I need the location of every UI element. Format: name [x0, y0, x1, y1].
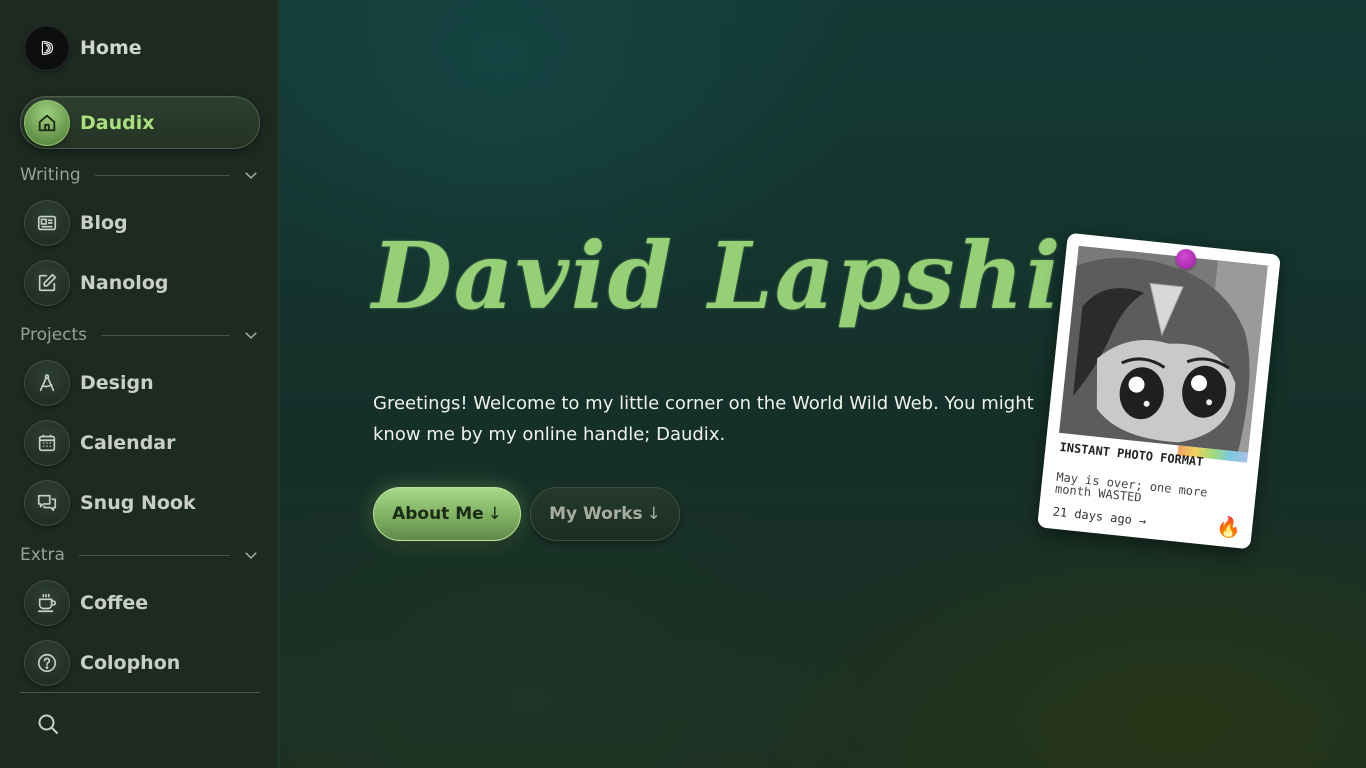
- sidebar-item-blog[interactable]: Blog: [20, 197, 260, 249]
- home-icon: [24, 99, 70, 146]
- sidebar-item-coffee[interactable]: Coffee: [20, 577, 260, 629]
- section-label: Extra: [20, 545, 65, 565]
- section-writing[interactable]: Writing: [20, 164, 260, 186]
- sidebar-item-label: Calendar: [80, 432, 176, 454]
- calendar-icon: [24, 420, 70, 466]
- chevron-down-icon[interactable]: [242, 326, 260, 344]
- sidebar-item-snug-nook[interactable]: Snug Nook: [20, 477, 260, 529]
- arrow-down-icon: ↓: [487, 504, 502, 524]
- sidebar-item-colophon[interactable]: Colophon: [20, 637, 260, 689]
- section-extra[interactable]: Extra: [20, 544, 260, 566]
- section-label: Writing: [20, 165, 81, 185]
- page-title: David Lapshin: [372, 222, 1132, 330]
- home-label: Home: [80, 37, 142, 59]
- section-divider: [94, 174, 230, 176]
- button-label: About Me: [392, 504, 484, 524]
- sidebar-item-label: Snug Nook: [80, 492, 196, 514]
- sidebar-item-label: Daudix: [80, 111, 155, 134]
- chevron-down-icon[interactable]: [242, 166, 260, 184]
- home-link[interactable]: Home: [20, 22, 260, 74]
- my-works-button[interactable]: My Works ↓: [530, 487, 680, 541]
- newspaper-icon: [24, 200, 70, 246]
- sidebar-item-daudix[interactable]: Daudix: [20, 96, 260, 149]
- main-content: David Lapshin Greetings! Welcome to my l…: [280, 0, 1366, 768]
- post-timestamp[interactable]: 21 days ago →: [1052, 505, 1147, 529]
- section-divider: [78, 554, 230, 556]
- button-label: My Works: [549, 504, 643, 524]
- section-projects[interactable]: Projects: [20, 324, 260, 346]
- sidebar-divider: [20, 692, 260, 693]
- sidebar-item-design[interactable]: Design: [20, 357, 260, 409]
- search-button[interactable]: [34, 712, 62, 740]
- sidebar-item-label: Colophon: [80, 652, 181, 674]
- about-me-button[interactable]: About Me ↓: [373, 487, 521, 541]
- sidebar-item-label: Design: [80, 372, 154, 394]
- sidebar-item-nanolog[interactable]: Nanolog: [20, 257, 260, 309]
- intro-text: Greetings! Welcome to my little corner o…: [373, 393, 1034, 445]
- compass-icon: [24, 360, 70, 406]
- section-divider: [101, 334, 230, 336]
- edit-icon: [24, 260, 70, 306]
- sidebar: Home Daudix Writing Blog Nanolog Project…: [0, 0, 279, 768]
- logo-d-icon: [24, 25, 70, 71]
- question-icon: [24, 640, 70, 686]
- search-icon: [36, 712, 60, 740]
- section-label: Projects: [20, 325, 88, 345]
- latest-post-card[interactable]: INSTANT PHOTO FORMAT May is over; one mo…: [1037, 232, 1281, 550]
- sidebar-item-calendar[interactable]: Calendar: [20, 417, 260, 469]
- chat-bubbles-icon: [24, 480, 70, 526]
- post-photo: [1059, 245, 1268, 453]
- chevron-down-icon[interactable]: [242, 546, 260, 564]
- sidebar-item-label: Nanolog: [80, 272, 169, 294]
- sidebar-item-label: Blog: [80, 212, 128, 234]
- sidebar-item-label: Coffee: [80, 592, 149, 614]
- fire-icon: 🔥: [1214, 513, 1243, 541]
- arrow-down-icon: ↓: [646, 504, 661, 524]
- coffee-cup-icon: [24, 580, 70, 626]
